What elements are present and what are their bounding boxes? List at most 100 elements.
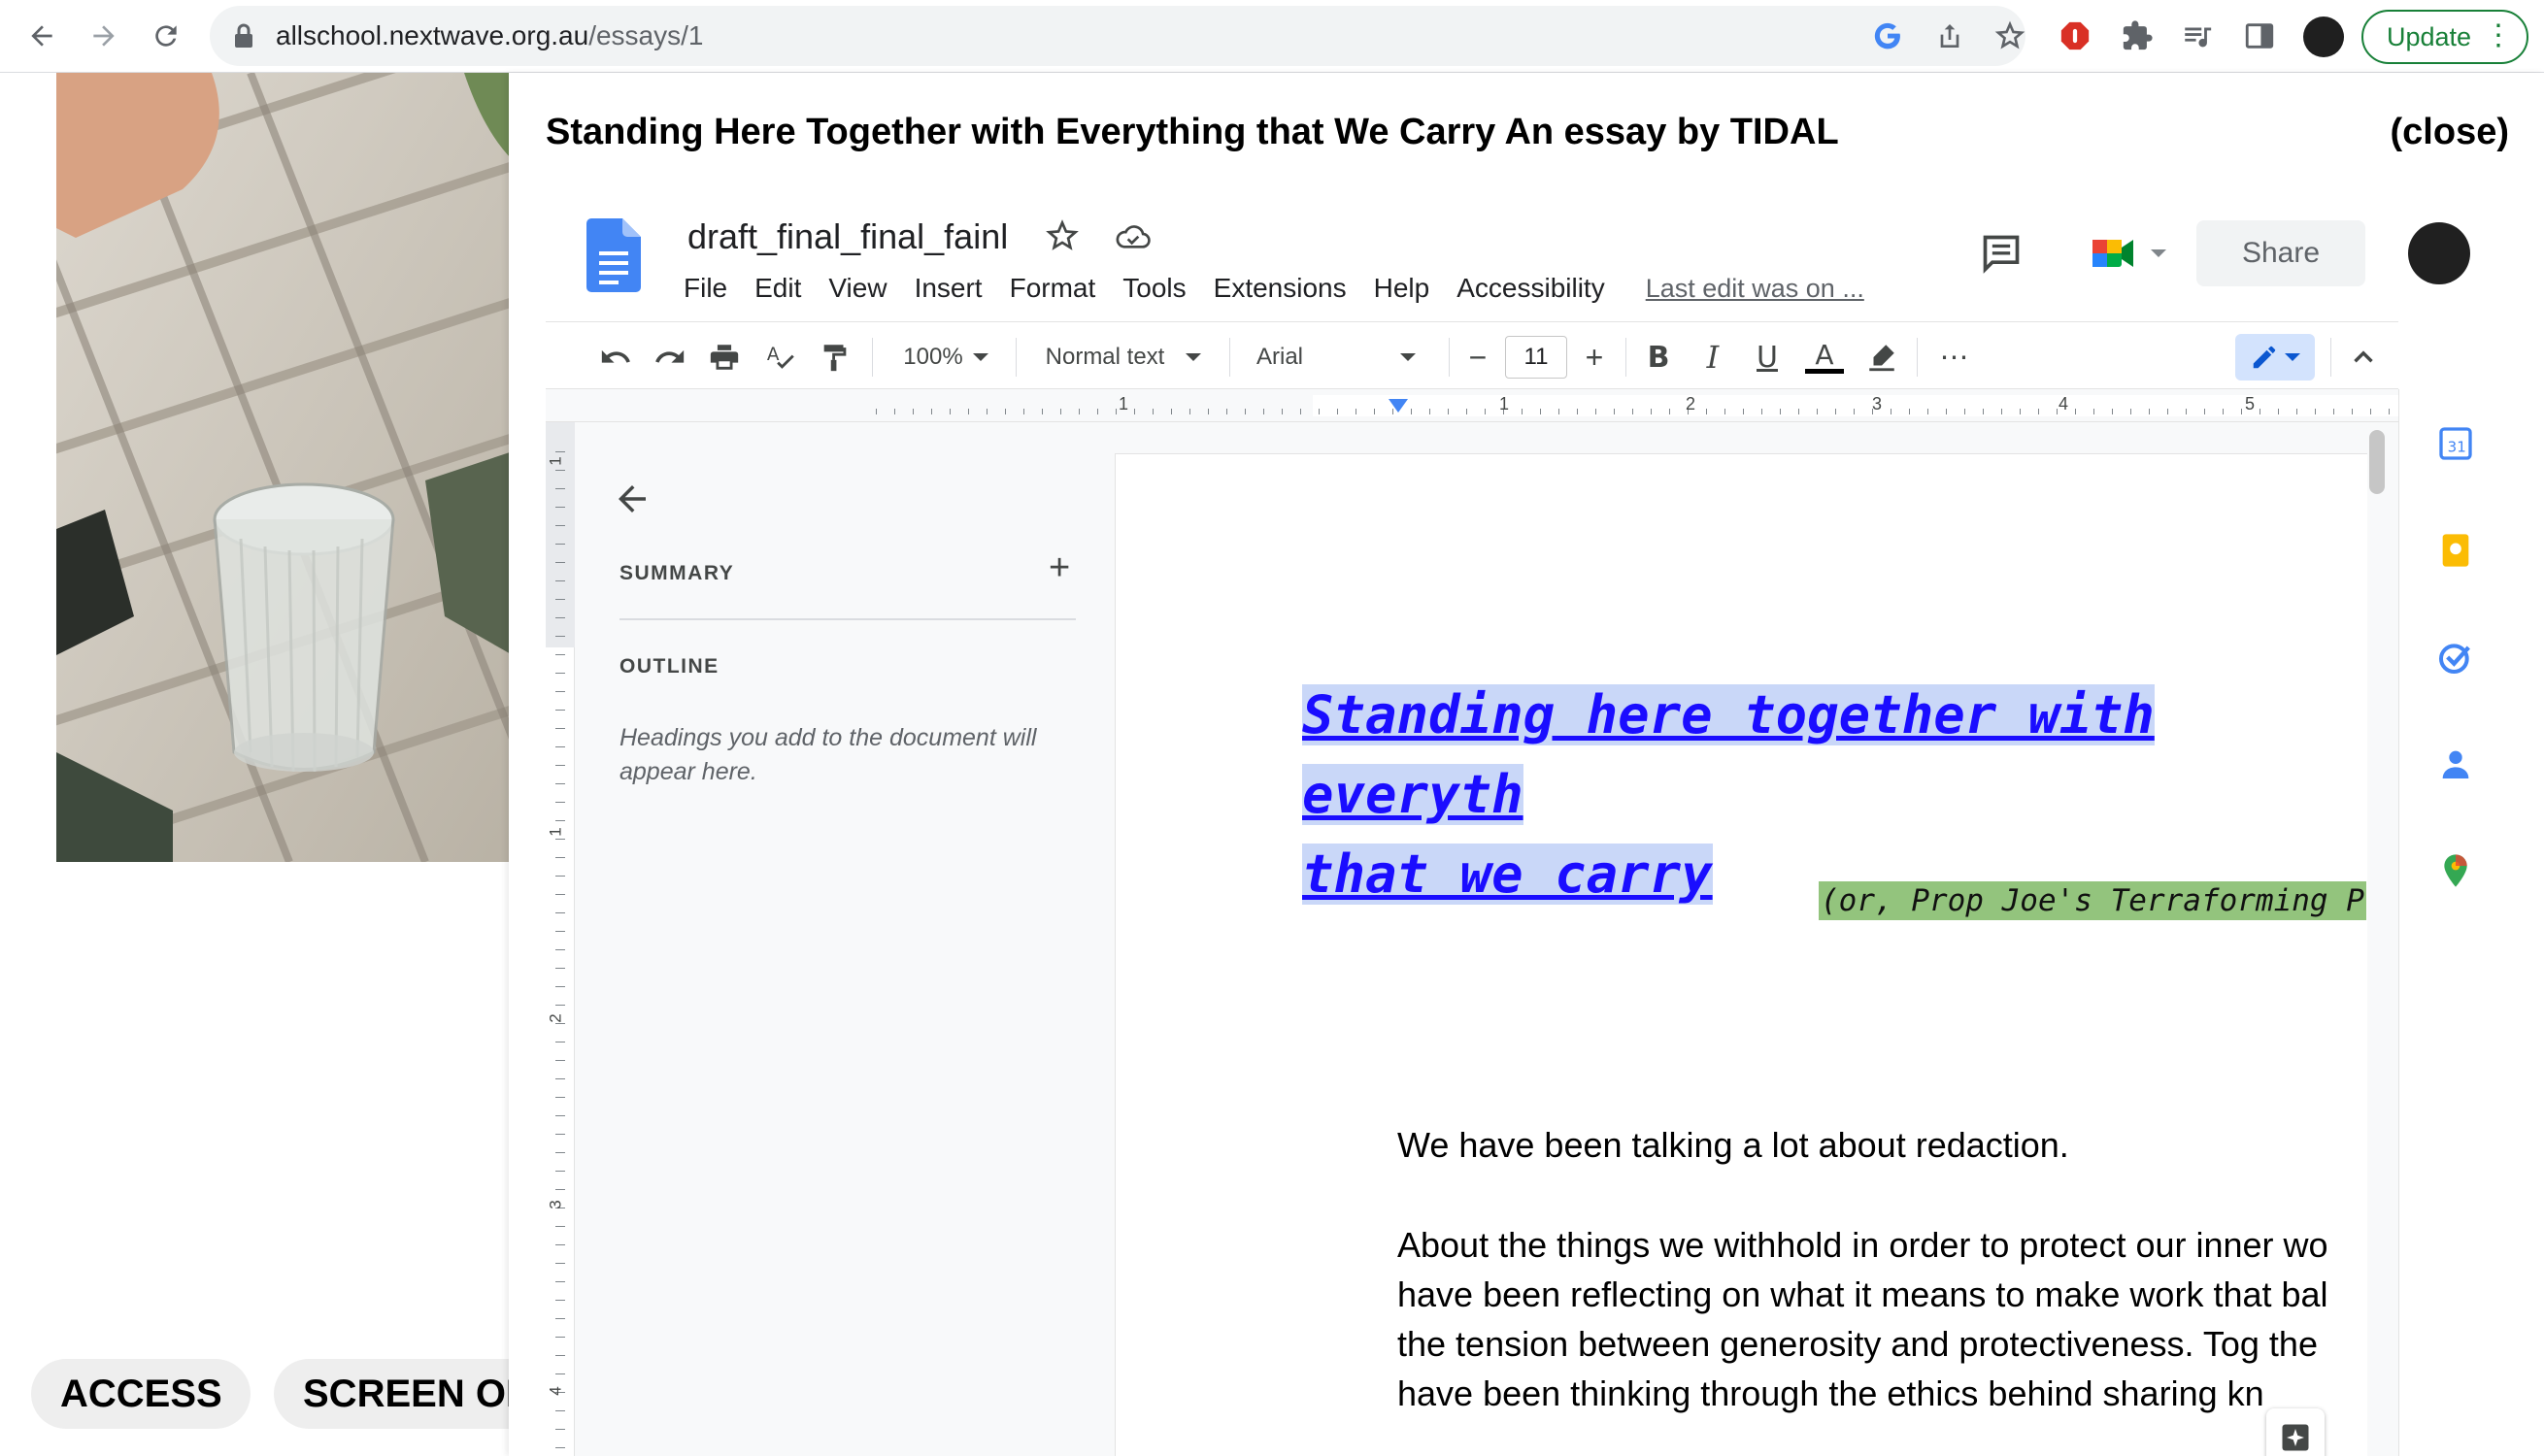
tasks-icon[interactable]	[2436, 638, 2475, 677]
toolbar-divider	[872, 338, 873, 377]
bookmark-star-icon[interactable]	[1992, 18, 2027, 53]
ruler-number: 5	[2245, 394, 2256, 414]
comment-history-icon[interactable]	[1979, 232, 2024, 275]
menu-view[interactable]: View	[815, 269, 900, 308]
google-lens-icon[interactable]	[1870, 18, 1905, 53]
paragraph-style-value: Normal text	[1045, 344, 1165, 370]
zoom-value: 100%	[903, 344, 963, 370]
indent-marker[interactable]	[1389, 399, 1408, 413]
document-canvas[interactable]: Standing here together with everyth that…	[1115, 422, 2398, 1456]
calendar-icon[interactable]: 31	[2436, 424, 2475, 463]
explore-sparkle-icon	[2282, 1424, 2309, 1451]
back-icon[interactable]	[19, 14, 64, 58]
lock-icon[interactable]	[233, 23, 254, 49]
menu-file[interactable]: File	[684, 269, 741, 308]
adblock-extension-icon[interactable]	[2055, 16, 2095, 56]
more-menu-icon[interactable]: ⋮	[2484, 21, 2513, 50]
paint-format-icon[interactable]	[816, 338, 854, 377]
decrease-font-size-button[interactable]: −	[1458, 338, 1497, 377]
update-button[interactable]: Update ⋮	[2361, 10, 2528, 64]
title-line-2[interactable]: that we carry	[1302, 844, 1713, 905]
print-icon[interactable]	[705, 338, 744, 377]
close-outline-arrow-icon[interactable]	[612, 479, 653, 519]
horizontal-ruler[interactable]: 1 1 2 3 4 5	[546, 389, 2398, 422]
forward-icon[interactable]	[82, 14, 126, 58]
toolbar-divider	[1016, 338, 1017, 377]
extensions-puzzle-icon[interactable]	[2117, 16, 2158, 56]
star-icon[interactable]	[1045, 218, 1080, 253]
zoom-select[interactable]: 100%	[887, 338, 1004, 377]
title-line-1[interactable]: Standing here together with everyth	[1302, 684, 2155, 825]
collapse-menus-icon[interactable]	[2344, 338, 2383, 377]
close-button[interactable]: (close)	[2391, 112, 2509, 153]
spellcheck-icon[interactable]: A	[761, 338, 800, 377]
side-panel-icon[interactable]	[2239, 16, 2280, 56]
summary-heading: SUMMARY	[619, 562, 735, 584]
paragraph[interactable]: About the things we withhold in order to…	[1397, 1220, 2367, 1418]
last-edit-link[interactable]: Last edit was on ...	[1619, 269, 1864, 308]
document-subtitle[interactable]: (or, Prop Joe's Terraforming P	[1819, 881, 2366, 920]
docs-logo-icon[interactable]	[586, 218, 641, 292]
share-button[interactable]: Share	[2196, 220, 2365, 286]
contacts-icon[interactable]	[2436, 745, 2475, 783]
modal-title: Standing Here Together with Everything t…	[546, 112, 1839, 152]
vertical-ruler[interactable]: 1 1 2 3 4	[546, 422, 575, 1456]
vruler-number: 3	[546, 1200, 565, 1209]
share-page-icon[interactable]	[1932, 18, 1967, 53]
bold-icon[interactable]: B	[1639, 338, 1678, 377]
paragraph[interactable]: We have been talking a lot about redacti…	[1397, 1120, 2367, 1170]
menu-accessibility[interactable]: Accessibility	[1443, 269, 1618, 308]
font-size-input[interactable]: 11	[1505, 336, 1567, 379]
document-title[interactable]: Standing here together with everyth that…	[1302, 676, 2367, 914]
menu-extensions[interactable]: Extensions	[1200, 269, 1360, 308]
access-button[interactable]: ACCESS	[31, 1359, 251, 1429]
meet-button[interactable]	[2080, 224, 2177, 282]
update-label: Update	[2387, 21, 2472, 51]
profile-avatar[interactable]	[2303, 17, 2344, 57]
text-color-icon[interactable]: A	[1802, 338, 1847, 377]
redo-icon[interactable]	[651, 338, 689, 377]
vertical-scrollbar[interactable]	[2369, 430, 2385, 494]
media-control-icon[interactable]	[2177, 16, 2218, 56]
menu-format[interactable]: Format	[996, 269, 1110, 308]
font-select[interactable]: Arial	[1245, 338, 1439, 377]
toolbar-divider	[2330, 338, 2331, 377]
italic-icon[interactable]: I	[1693, 338, 1732, 377]
paragraph-style-select[interactable]: Normal text	[1031, 338, 1216, 377]
document-body[interactable]: We have been talking a lot about redacti…	[1397, 1120, 2367, 1456]
editing-mode-button[interactable]	[2235, 334, 2315, 381]
edit-mode-caret-icon	[2285, 353, 2300, 361]
font-caret-icon	[1400, 353, 1417, 361]
more-tools-icon[interactable]: ⋯	[1932, 338, 1977, 377]
meet-caret-icon	[2151, 249, 2166, 257]
account-avatar[interactable]	[2408, 222, 2470, 284]
outline-divider	[619, 618, 1076, 620]
menu-tools[interactable]: Tools	[1109, 269, 1199, 308]
outline-heading: OUTLINE	[619, 655, 720, 678]
vruler-number: 4	[546, 1386, 565, 1396]
svg-text:A: A	[767, 345, 780, 365]
menu-edit[interactable]: Edit	[741, 269, 815, 308]
underline-icon[interactable]: U	[1748, 338, 1787, 377]
explore-button[interactable]	[2266, 1408, 2325, 1456]
menu-help[interactable]: Help	[1360, 269, 1444, 308]
keep-icon[interactable]	[2436, 531, 2475, 570]
increase-font-size-button[interactable]: +	[1575, 338, 1614, 377]
maps-icon[interactable]	[2436, 851, 2475, 890]
address-bar[interactable]: allschool.nextwave.org.au/essays/1	[210, 6, 2025, 66]
toolbar-divider	[1917, 338, 1918, 377]
cloud-saved-icon[interactable]	[1115, 222, 1152, 253]
undo-icon[interactable]	[596, 338, 635, 377]
reload-icon[interactable]	[144, 14, 188, 58]
document-name[interactable]: draft_final_final_fainl	[687, 216, 1008, 257]
vruler-number: 1	[546, 827, 565, 837]
add-summary-button[interactable]: +	[1049, 548, 1070, 587]
document-page[interactable]: Standing here together with everyth that…	[1115, 453, 2367, 1456]
ruler-number: 2	[1686, 394, 1696, 414]
ruler-number: 1	[1499, 394, 1510, 414]
highlight-color-icon[interactable]	[1862, 338, 1901, 377]
menu-insert[interactable]: Insert	[901, 269, 996, 308]
url-text[interactable]: allschool.nextwave.org.au/essays/1	[276, 20, 703, 51]
ruler-ticks	[876, 409, 2398, 414]
background-photo	[56, 73, 513, 862]
